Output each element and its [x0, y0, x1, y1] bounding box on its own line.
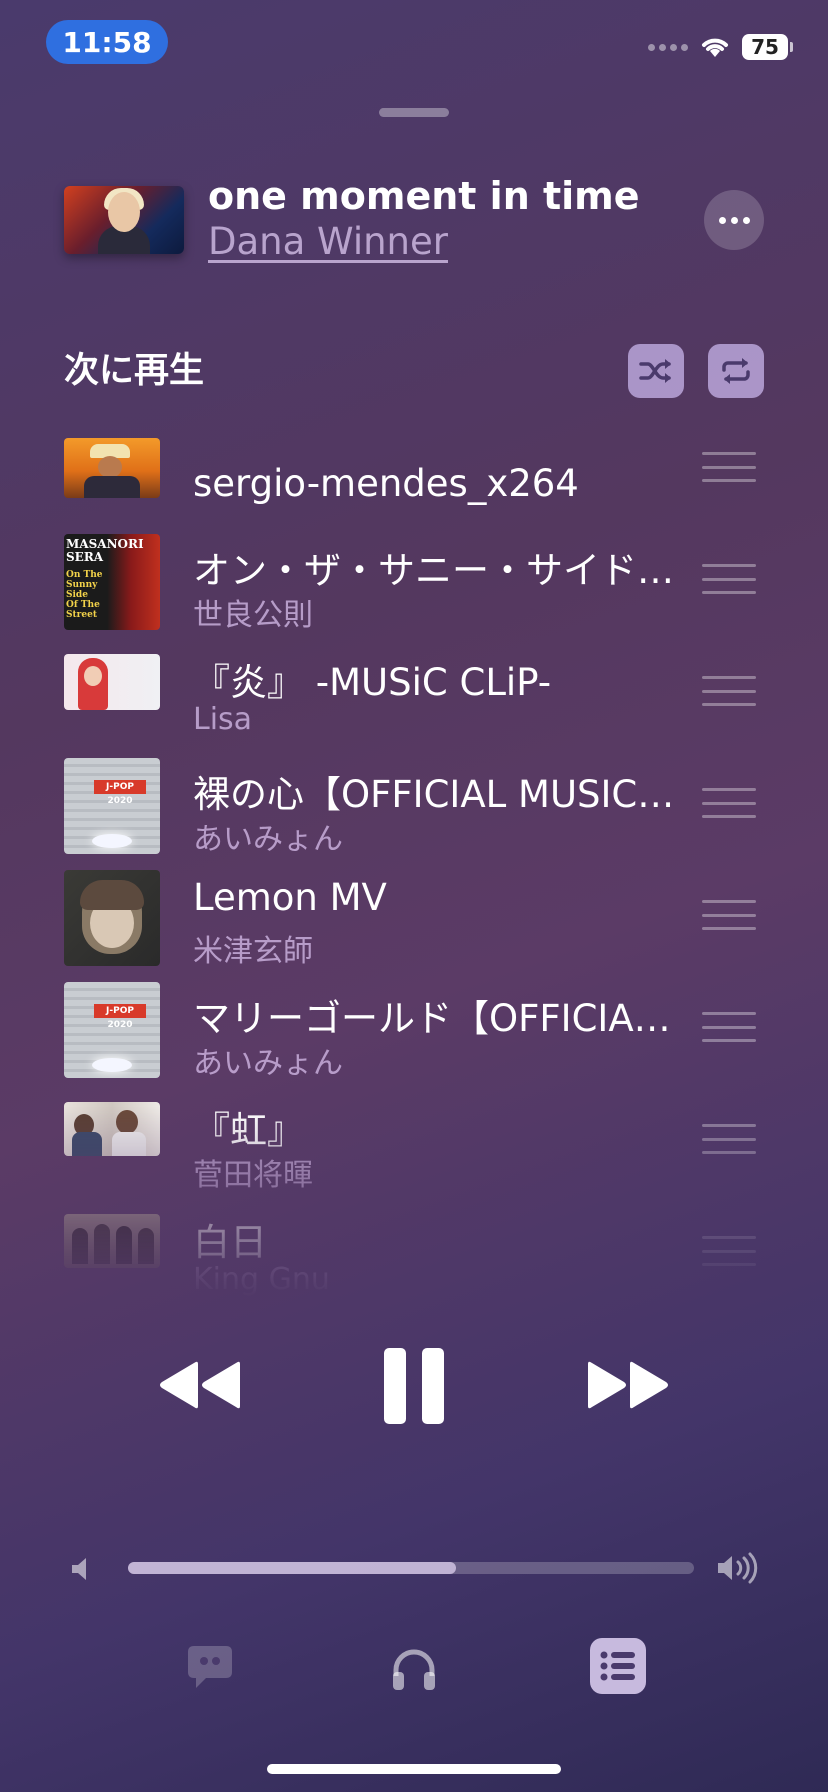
track-title: マリーゴールド【OFFICIAL MUSIC VIDEO】	[193, 997, 683, 1040]
reorder-handle-icon[interactable]	[702, 788, 756, 818]
backward-icon	[160, 1361, 240, 1409]
track-artist: 菅田将暉	[193, 1158, 313, 1193]
status-indicators: 75	[648, 34, 793, 60]
sheet-grabber[interactable]	[379, 108, 449, 117]
quote-bubble-icon	[188, 1646, 232, 1688]
track-artwork	[64, 438, 160, 498]
queue-row[interactable]: J-POP 2020 裸の心【OFFICIAL MUSIC VIDEO】 あいみ…	[0, 748, 828, 860]
queue-row[interactable]: J-POP 2020 マリーゴールド【OFFICIAL MUSIC VIDEO】…	[0, 972, 828, 1084]
forward-icon	[588, 1361, 668, 1409]
track-artwork	[64, 1102, 160, 1156]
track-title: 白日	[193, 1221, 267, 1264]
now-playing-title: one moment in time	[208, 174, 640, 218]
track-artist: 世良公則	[193, 598, 313, 633]
cellular-signal-icon	[648, 43, 688, 51]
battery-level: 75	[751, 35, 779, 59]
queue-row[interactable]: Lemon MV 米津玄師	[0, 860, 828, 972]
reorder-handle-icon[interactable]	[702, 564, 756, 594]
volume-slider-fill	[128, 1562, 457, 1574]
forward-button[interactable]	[584, 1360, 670, 1414]
volume-high-icon	[716, 1552, 760, 1588]
lyrics-button[interactable]	[186, 1644, 234, 1694]
queue-row[interactable]: 『炎』 -MUSiC CLiP- Lisa	[0, 636, 828, 748]
repeat-icon	[722, 358, 750, 384]
track-title: Lemon MV	[193, 876, 387, 919]
headphones-icon	[393, 1649, 435, 1690]
reorder-handle-icon[interactable]	[702, 452, 756, 482]
track-title: 『炎』 -MUSiC CLiP-	[193, 661, 552, 704]
home-indicator[interactable]	[267, 1764, 561, 1774]
track-title: 裸の心【OFFICIAL MUSIC VIDEO】	[193, 773, 683, 816]
shuffle-button[interactable]	[628, 344, 684, 398]
track-title: 『虹』	[193, 1109, 304, 1152]
reorder-handle-icon[interactable]	[702, 1236, 756, 1266]
volume-slider[interactable]	[128, 1562, 694, 1574]
now-playing-artist-link[interactable]: Dana Winner	[208, 220, 448, 263]
track-artwork	[64, 654, 160, 710]
track-title: オン・ザ・サニー・サイド・オブ・ザ・ストリート	[193, 549, 683, 592]
reorder-handle-icon[interactable]	[702, 900, 756, 930]
queue-row[interactable]: MASANORI SERA On The Sunny Side Of The Street…	[0, 524, 828, 636]
more-options-button[interactable]	[704, 190, 764, 250]
volume-low-icon	[70, 1556, 90, 1586]
track-artwork	[64, 870, 160, 966]
queue-list[interactable]: sergio-mendes_x264 MASANORI SERA On The Su…	[0, 428, 828, 1298]
track-artist: 米津玄師	[193, 934, 313, 969]
pause-icon	[384, 1348, 444, 1424]
track-artist: Lisa	[193, 702, 253, 737]
track-artwork: MASANORI SERA On The Sunny Side Of The Street	[64, 534, 160, 630]
status-time: 11:58	[46, 20, 168, 64]
track-artist: あいみょん	[193, 1046, 343, 1081]
up-next-heading: 次に再生	[64, 351, 205, 391]
queue-button[interactable]	[590, 1638, 646, 1698]
rewind-button[interactable]	[158, 1360, 244, 1414]
track-artist: King Gnu	[193, 1262, 330, 1297]
list-icon	[590, 1638, 646, 1694]
queue-row[interactable]: 『虹』 菅田将暉	[0, 1084, 828, 1196]
now-playing-artwork[interactable]	[64, 186, 184, 254]
track-title: sergio-mendes_x264	[193, 462, 579, 505]
shuffle-icon	[639, 359, 671, 383]
track-artwork: J-POP 2020	[64, 982, 160, 1078]
pause-button[interactable]	[382, 1346, 446, 1430]
track-artist: あいみょん	[193, 822, 343, 857]
repeat-button[interactable]	[708, 344, 764, 398]
battery-icon: 75	[742, 34, 793, 60]
reorder-handle-icon[interactable]	[702, 1124, 756, 1154]
reorder-handle-icon[interactable]	[702, 1012, 756, 1042]
track-artwork	[64, 1214, 160, 1268]
audio-output-button[interactable]	[390, 1646, 438, 1696]
ellipsis-icon	[718, 216, 726, 224]
reorder-handle-icon[interactable]	[702, 676, 756, 706]
wifi-icon	[702, 38, 728, 57]
queue-row[interactable]: 白日 King Gnu	[0, 1196, 828, 1298]
track-artwork: J-POP 2020	[64, 758, 160, 854]
